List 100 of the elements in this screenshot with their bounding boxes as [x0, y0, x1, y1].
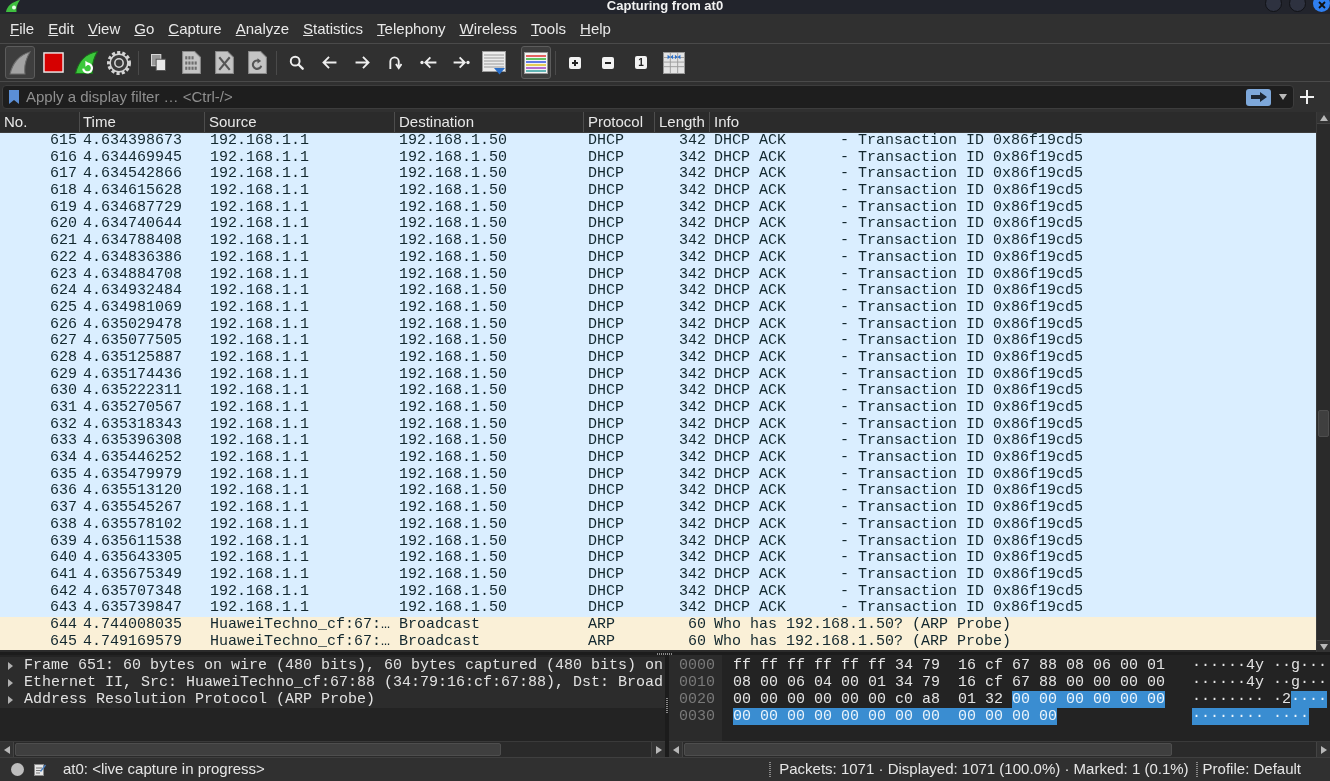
- table-cell-text: 342: [678, 349, 707, 367]
- menu-item[interactable]: Edit: [41, 14, 82, 43]
- menu-item[interactable]: Statistics: [296, 14, 371, 43]
- table-cell-text: 192.168.1.50: [398, 550, 509, 567]
- vertical-scrollbar[interactable]: [1316, 112, 1330, 652]
- table-cell-text: 192.168.1.50: [398, 483, 509, 501]
- table-cell-text: 625: [49, 299, 78, 317]
- plus-icon: [1300, 90, 1314, 104]
- notepad-pencil-icon[interactable]: [34, 763, 46, 776]
- scroll-right-button[interactable]: [1316, 742, 1330, 757]
- horizontal-scrollbar[interactable]: [0, 741, 665, 757]
- hex-bytes: 00 00 00 00 00 00 00 00 00 00 00 00: [733, 708, 1058, 725]
- scroll-up-button[interactable]: [1317, 112, 1330, 124]
- table-cell-text: 4.635222311: [82, 383, 184, 400]
- table-cell-text: DHCP ACK - Transaction ID 0x86f19cd5: [713, 233, 1085, 250]
- table-cell-text: DHCP ACK - Transaction ID 0x86f19cd5: [713, 266, 1085, 283]
- table-cell-text: 342: [678, 433, 707, 451]
- table-cell-text: DHCP: [587, 166, 625, 184]
- scroll-down-button[interactable]: [1317, 640, 1330, 652]
- packet-row[interactable]: 617 4.634542866 192.168.1.1 192.168.1.50 DHCP 342 DHCP ACK - Transaction ID 0x86f19cd5: [0, 166, 1316, 184]
- table-cell-text: DHCP ACK - Transaction ID 0x86f19cd5: [713, 433, 1085, 450]
- horizontal-scrollbar[interactable]: [669, 741, 1330, 757]
- table-cell-text: 4.634884708: [82, 266, 184, 284]
- table-cell-text: ARP: [587, 616, 616, 634]
- menu-item[interactable]: Wireless: [452, 14, 525, 43]
- table-cell-text: 192.168.1.1: [209, 433, 311, 451]
- packet-row[interactable]: 636 4.635513120 192.168.1.1 192.168.1.50 DHCP 342 DHCP ACK - Transaction ID 0x86f19cd5: [0, 483, 1316, 501]
- column-header[interactable]: Info: [710, 112, 1316, 132]
- scroll-right-button[interactable]: [651, 742, 665, 757]
- minus-square-icon: [602, 56, 614, 69]
- bookmark-icon[interactable]: [9, 90, 19, 104]
- tree-item[interactable]: Ethernet II, Src: HuaweiTechno_cf:67:88 (34:79:16:cf:67:88), Dst: Broad: [0, 674, 665, 691]
- table-cell-text: 4.634788408: [82, 233, 184, 250]
- byte-offset: 0000: [679, 657, 716, 674]
- colorize-button[interactable]: [521, 46, 551, 79]
- caret-left-icon: [672, 745, 679, 754]
- table-cell-text: 4.635675349: [82, 566, 184, 584]
- scrollbar-thumb[interactable]: [684, 743, 1172, 756]
- packet-row[interactable]: 634 4.635446252 192.168.1.1 192.168.1.50 DHCP 342 DHCP ACK - Transaction ID 0x86f19cd5: [0, 450, 1316, 467]
- packet-row[interactable]: 620 4.634740644 192.168.1.1 192.168.1.50 DHCP 342 DHCP ACK - Transaction ID 0x86f19cd5: [0, 216, 1316, 234]
- table-cell-text: DHCP ACK - Transaction ID 0x86f19cd5: [713, 550, 1085, 567]
- packet-row[interactable]: 633 4.635396308 192.168.1.1 192.168.1.50 DHCP 342 DHCP ACK - Transaction ID 0x86f19cd5: [0, 433, 1316, 451]
- packet-row[interactable]: 627 4.635077505 192.168.1.1 192.168.1.50 DHCP 342 DHCP ACK - Transaction ID 0x86f19cd5: [0, 333, 1316, 350]
- scrollbar-thumb[interactable]: [1318, 410, 1329, 437]
- menu-item[interactable]: Capture: [161, 14, 229, 43]
- column-header[interactable]: Length: [655, 112, 710, 132]
- menu-item[interactable]: Help: [573, 14, 618, 43]
- table-cell-text: DHCP: [587, 249, 625, 267]
- column-header[interactable]: Source: [205, 112, 395, 132]
- packet-row[interactable]: 615 4.634398673 192.168.1.1 192.168.1.50 DHCP 342 DHCP ACK - Transaction ID 0x86f19cd5: [0, 133, 1316, 150]
- table-cell-text: 4.634836386: [82, 249, 184, 267]
- table-cell-text: 630: [49, 383, 78, 400]
- menu-item[interactable]: File: [3, 14, 42, 43]
- table-cell-text: 192.168.1.1: [209, 450, 311, 467]
- table-cell-text: DHCP ACK - Transaction ID 0x86f19cd5: [713, 349, 1085, 367]
- table-cell-text: DHCP ACK - Transaction ID 0x86f19cd5: [713, 299, 1085, 317]
- packet-row[interactable]: 618 4.634615628 192.168.1.1 192.168.1.50 DHCP 342 DHCP ACK - Transaction ID 0x86f19cd5: [0, 183, 1316, 200]
- column-header[interactable]: Destination: [395, 112, 584, 132]
- packet-row[interactable]: 630 4.635222311 192.168.1.1 192.168.1.50 DHCP 342 DHCP ACK - Transaction ID 0x86f19cd5: [0, 383, 1316, 400]
- apply-filter-button[interactable]: [1246, 88, 1271, 106]
- packet-row[interactable]: 624 4.634932484 192.168.1.1 192.168.1.50 DHCP 342 DHCP ACK - Transaction ID 0x86f19cd5: [0, 283, 1316, 300]
- profile-text[interactable]: Profile: Default: [1202, 758, 1301, 781]
- column-header[interactable]: Time: [80, 112, 205, 132]
- table-cell-text: 342: [678, 516, 707, 534]
- start-capture-button[interactable]: [5, 46, 35, 79]
- table-cell-text: 641: [49, 566, 78, 584]
- scrollbar-thumb[interactable]: [15, 743, 501, 756]
- menu-item[interactable]: Go: [127, 14, 162, 43]
- column-header[interactable]: Protocol: [584, 112, 655, 132]
- packet-row[interactable]: 643 4.635739847 192.168.1.1 192.168.1.50 DHCP 342 DHCP ACK - Transaction ID 0x86f19cd5: [0, 600, 1316, 617]
- scroll-left-button[interactable]: [0, 742, 14, 757]
- menu-item[interactable]: Tools: [524, 14, 574, 43]
- packet-row[interactable]: 637 4.635545267 192.168.1.1 192.168.1.50 DHCP 342 DHCP ACK - Transaction ID 0x86f19cd5: [0, 500, 1316, 517]
- tree-item[interactable]: Frame 651: 60 bytes on wire (480 bits), 60 bytes captured (480 bits) on: [0, 657, 665, 674]
- close-button[interactable]: [1313, 0, 1330, 12]
- table-cell-text: DHCP ACK - Transaction ID 0x86f19cd5: [713, 450, 1085, 467]
- packet-row[interactable]: 631 4.635270567 192.168.1.1 192.168.1.50 DHCP 342 DHCP ACK - Transaction ID 0x86f19cd5: [0, 400, 1316, 417]
- column-header[interactable]: No.: [0, 112, 80, 132]
- menu-item[interactable]: View: [81, 14, 128, 43]
- ascii-bytes: ······4y ··g···: [1192, 657, 1328, 674]
- table-cell-text: 192.168.1.1: [209, 500, 311, 517]
- table-cell-text: ARP: [587, 633, 616, 651]
- menu-item[interactable]: Analyze: [228, 14, 297, 43]
- table-cell-text: DHCP: [587, 500, 625, 517]
- table-cell-text: HuaweiTechno_cf:67:…: [209, 633, 392, 651]
- add-filter-button[interactable]: [1300, 90, 1314, 104]
- table-cell-text: 192.168.1.50: [398, 566, 509, 584]
- table-cell-text: Broadcast: [398, 616, 481, 634]
- tree-item[interactable]: Address Resolution Protocol (ARP Probe): [0, 691, 665, 708]
- menu-item[interactable]: Telephony: [370, 14, 453, 43]
- scroll-left-button[interactable]: [669, 742, 683, 757]
- normal-size-button[interactable]: 1: [635, 56, 647, 69]
- plus-square-icon: [569, 56, 581, 69]
- display-filter-field[interactable]: Apply a display filter … <Ctrl-/>: [2, 85, 1294, 109]
- packet-row[interactable]: 621 4.634788408 192.168.1.1 192.168.1.50 DHCP 342 DHCP ACK - Transaction ID 0x86f19cd5: [0, 233, 1316, 250]
- table-cell-text: 342: [678, 233, 707, 250]
- table-cell-text: 192.168.1.50: [398, 600, 509, 617]
- table-cell-text: 192.168.1.50: [398, 266, 509, 284]
- packet-row[interactable]: 640 4.635643305 192.168.1.1 192.168.1.50 DHCP 342 DHCP ACK - Transaction ID 0x86f19cd5: [0, 550, 1316, 567]
- table-cell-text: DHCP ACK - Transaction ID 0x86f19cd5: [713, 333, 1085, 350]
